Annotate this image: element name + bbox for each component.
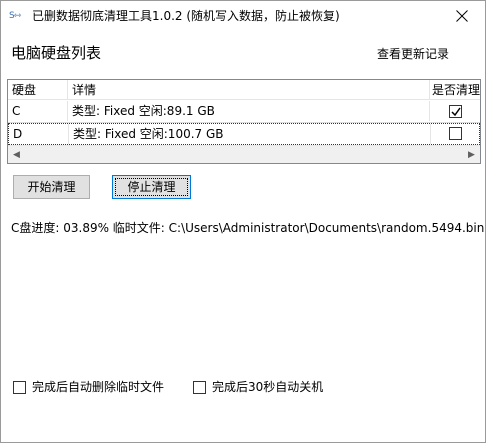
progress-status: C盘进度: 03.89% 临时文件: C:\Users\Administrato… [11, 221, 485, 235]
shutdown-label[interactable]: 完成后30秒自动关机 [212, 379, 323, 395]
stop-clean-button[interactable]: 停止清理 [112, 175, 191, 199]
clean-cell [430, 101, 480, 121]
column-header-detail[interactable]: 详情 [68, 80, 430, 100]
start-clean-button[interactable]: 开始清理 [13, 175, 90, 199]
delete-temp-label[interactable]: 完成后自动删除临时文件 [32, 379, 164, 395]
view-changelog-link[interactable]: 查看更新记录 [377, 46, 449, 62]
window-title: 已删数据彻底清理工具1.0.2 (随机写入数据，防止被恢复) [32, 9, 340, 23]
clean-cell [431, 124, 480, 144]
page-title: 电脑硬盘列表 [11, 44, 102, 62]
disk-letter: C [8, 101, 68, 121]
column-header-disk[interactable]: 硬盘 [8, 80, 68, 100]
delete-temp-checkbox[interactable] [13, 381, 26, 394]
disk-letter: D [9, 124, 69, 144]
clean-checkbox[interactable] [449, 127, 462, 140]
shutdown-option[interactable]: 完成后30秒自动关机 [193, 379, 353, 395]
app-icon: S⇿ [9, 11, 21, 21]
close-button[interactable] [439, 1, 485, 32]
disk-list[interactable]: 硬盘 详情 是否清理 C 类型: Fixed 空闲:89.1 GB D 类型: … [7, 79, 481, 164]
horizontal-scrollbar[interactable]: ◀ ▶ [8, 145, 480, 163]
table-row[interactable]: C 类型: Fixed 空闲:89.1 GB [8, 101, 480, 123]
clean-checkbox[interactable] [449, 105, 462, 118]
scroll-right-icon[interactable]: ▶ [463, 146, 480, 163]
table-row[interactable]: D 类型: Fixed 空闲:100.7 GB [8, 123, 480, 145]
delete-temp-option[interactable]: 完成后自动删除临时文件 [13, 379, 193, 395]
column-header-clean[interactable]: 是否清理 [430, 80, 480, 100]
checkmark-icon [451, 107, 461, 117]
app-window: S⇿ 已删数据彻底清理工具1.0.2 (随机写入数据，防止被恢复) 电脑硬盘列表… [0, 0, 486, 443]
focus-rect [115, 178, 188, 196]
shutdown-checkbox[interactable] [193, 381, 206, 394]
title-bar: S⇿ 已删数据彻底清理工具1.0.2 (随机写入数据，防止被恢复) [1, 1, 485, 32]
disk-detail: 类型: Fixed 空闲:100.7 GB [69, 124, 431, 144]
scroll-left-icon[interactable]: ◀ [8, 146, 25, 163]
disk-detail: 类型: Fixed 空闲:89.1 GB [68, 101, 430, 121]
close-icon [456, 10, 468, 22]
disk-list-header: 硬盘 详情 是否清理 [8, 80, 480, 100]
